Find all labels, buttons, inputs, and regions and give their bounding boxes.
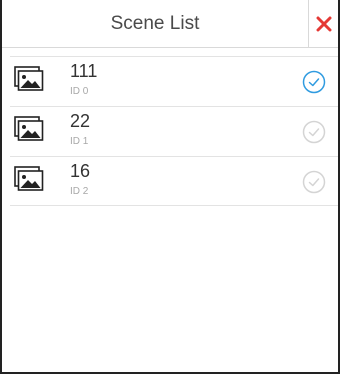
check-circle-icon[interactable] — [302, 170, 326, 194]
scene-id: ID 0 — [70, 86, 89, 97]
page-title: Scene List — [110, 13, 200, 34]
close-button[interactable] — [308, 0, 338, 48]
header-bar: Scene List — [2, 0, 338, 48]
image-icon — [14, 116, 44, 141]
list-item[interactable]: 16 ID 2 — [10, 156, 338, 206]
scene-name: 16 — [70, 161, 91, 181]
image-icon — [14, 166, 44, 191]
list-item[interactable]: 22 ID 1 — [10, 106, 338, 156]
scene-name: 111 — [70, 61, 98, 81]
scene-id: ID 1 — [70, 136, 89, 147]
scene-name: 22 — [70, 111, 91, 131]
check-circle-icon[interactable] — [302, 70, 326, 94]
scene-id: ID 2 — [70, 186, 89, 197]
scene-list-panel: Scene List 111 ID 0 22 ID 1 16 ID 2 — [0, 0, 340, 374]
image-icon — [14, 66, 44, 91]
check-circle-icon[interactable] — [302, 120, 326, 144]
close-icon — [316, 16, 331, 32]
list-item[interactable]: 111 ID 0 — [10, 56, 338, 106]
scene-list: 111 ID 0 22 ID 1 16 ID 2 — [10, 56, 338, 206]
